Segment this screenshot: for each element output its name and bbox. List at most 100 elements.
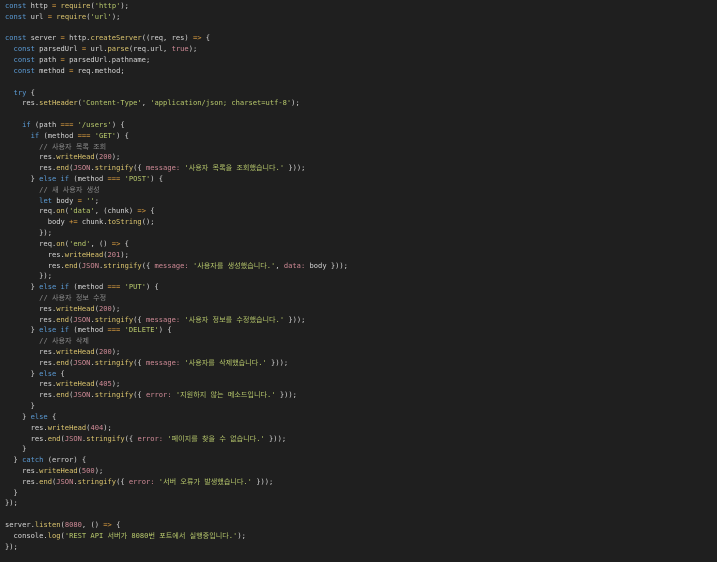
code-line: } catch (error) { xyxy=(5,455,717,466)
code-token: path xyxy=(34,55,61,65)
code-token: => xyxy=(137,206,146,216)
code-line: let body = ''; xyxy=(5,196,717,207)
code-token: '서버 오류가 발생했습니다.' xyxy=(158,476,252,486)
code-token: ) { xyxy=(145,282,159,292)
code-line: const method = req.method; xyxy=(5,66,717,77)
code-token: })); xyxy=(275,390,297,400)
code-token: const xyxy=(5,1,27,10)
code-token: 'GET' xyxy=(94,130,117,140)
code-line: server.listen(8080, () => { xyxy=(5,520,717,531)
code-token: ({ xyxy=(141,260,155,270)
code-line: res.writeHead(404); xyxy=(5,423,717,434)
code-line: res.writeHead(405); xyxy=(5,379,717,390)
code-token: end xyxy=(64,260,78,270)
code-token: }); xyxy=(5,498,18,508)
code-token: } xyxy=(5,174,40,183)
code-token: end xyxy=(56,314,70,324)
code-token: stringify xyxy=(94,163,134,173)
code-line: // 사용자 목록 조회 xyxy=(5,142,717,153)
code-token: })); xyxy=(266,357,289,367)
code-token: , () xyxy=(81,520,104,529)
code-token: const xyxy=(5,33,27,43)
code-token: res. xyxy=(5,303,57,313)
code-token: stringify xyxy=(94,357,134,367)
code-token: else if xyxy=(39,174,70,183)
code-line: const parsedUrl = url.parse(req.url, tru… xyxy=(5,44,717,55)
code-line: res.end(JSON.stringify({ message: '사용자를 … xyxy=(5,358,717,369)
code-line: const url = require('url'); xyxy=(5,12,717,23)
code-token: ) { xyxy=(116,130,129,140)
code-token: 'data' xyxy=(69,206,95,216)
code-token: { xyxy=(47,411,57,421)
code-token: req. xyxy=(5,206,57,216)
code-line: body += chunk.toString(); xyxy=(5,217,717,228)
code-token: } xyxy=(5,401,35,411)
code-token: 200 xyxy=(98,152,112,162)
code-token: require xyxy=(56,11,87,21)
code-token: writeHead xyxy=(56,379,95,389)
code-line: // 새 사용자 생성 xyxy=(5,185,717,196)
code-token: body xyxy=(5,217,70,227)
code-line: res.end(JSON.stringify({ message: '사용자를 … xyxy=(5,261,717,272)
code-token: on xyxy=(56,206,65,216)
code-token: console. xyxy=(5,530,48,540)
code-token: res. xyxy=(5,422,48,432)
code-token: ({ xyxy=(133,390,146,400)
code-token: ); xyxy=(291,98,300,108)
code-token: else xyxy=(30,411,48,421)
code-token: } xyxy=(5,368,40,378)
code-token: (req.url, xyxy=(128,44,172,54)
code-token: '/users' xyxy=(77,119,112,129)
code-token: ({ xyxy=(133,357,146,367)
code-token: res. xyxy=(5,249,65,259)
code-token: stringify xyxy=(94,390,134,400)
code-token: parsedUrl.pathname; xyxy=(64,55,151,65)
code-token: http. xyxy=(64,33,91,43)
code-token: // 사용자 목록 조회 xyxy=(39,141,107,151)
code-token: 'http' xyxy=(94,1,121,10)
code-token: (method xyxy=(39,130,78,140)
code-token: url. xyxy=(86,44,108,54)
code-token: message: xyxy=(154,260,189,270)
code-token: writeHead xyxy=(56,347,95,356)
code-editor[interactable]: const http = require('http'); const url =… xyxy=(0,0,717,562)
code-token: ) { xyxy=(158,325,172,335)
code-token: url xyxy=(26,11,48,21)
code-line: } else if (method === 'PUT') { xyxy=(5,282,717,293)
code-token: { xyxy=(201,33,211,43)
code-token: ); xyxy=(111,347,121,356)
code-line: res.end(JSON.stringify({ error: '지원하지 않는… xyxy=(5,390,717,401)
code-token: writeHead xyxy=(39,465,78,475)
code-token: '사용자를 생성했습니다.' xyxy=(192,260,276,270)
code-token: { xyxy=(56,368,65,378)
code-line: } xyxy=(5,488,717,499)
code-token: true xyxy=(171,44,189,54)
code-token: // 사용자 삭제 xyxy=(39,336,89,346)
code-line: res.writeHead(200); xyxy=(5,304,717,315)
code-token: '' xyxy=(86,195,95,205)
code-token: { xyxy=(111,520,121,529)
code-token: 8080 xyxy=(64,520,82,529)
code-token: message: xyxy=(145,163,181,173)
code-token: parsedUrl xyxy=(34,44,82,54)
code-token: res. xyxy=(5,379,57,389)
code-token: 201 xyxy=(107,249,121,259)
code-token: 'Content-Type' xyxy=(81,98,142,108)
code-token: , () xyxy=(90,238,112,248)
code-token: === xyxy=(60,119,74,129)
code-token: }); xyxy=(5,271,52,281)
code-token: log xyxy=(47,530,61,540)
code-token: const xyxy=(13,65,35,75)
code-token: (method xyxy=(69,325,108,335)
code-token: 'url' xyxy=(90,11,112,21)
code-token: } xyxy=(5,411,31,421)
code-token: JSON xyxy=(73,390,91,400)
code-token: stringify xyxy=(86,433,125,443)
